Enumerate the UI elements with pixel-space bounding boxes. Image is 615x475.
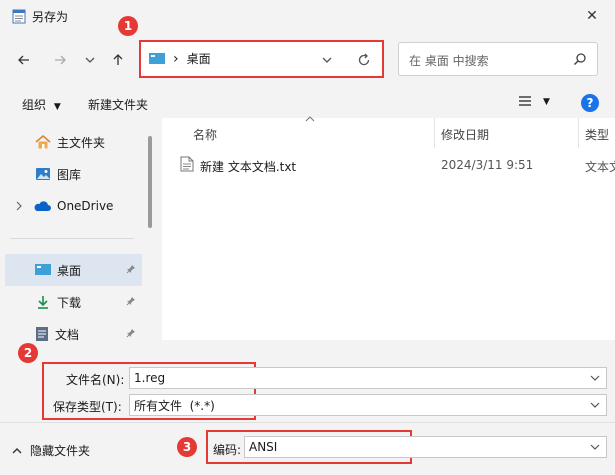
address-bar[interactable]: › 桌面 bbox=[139, 40, 384, 78]
close-icon: ✕ bbox=[586, 8, 598, 24]
sidebar-item-label: 主文件夹 bbox=[57, 135, 106, 150]
encoding-value: ANSI bbox=[249, 440, 278, 454]
encoding-select[interactable]: ANSI bbox=[244, 436, 607, 458]
sidebar-item-downloads[interactable]: 下载 bbox=[5, 286, 142, 318]
sidebar-scrollbar[interactable] bbox=[148, 136, 152, 228]
annotation-badge-3: 3 bbox=[177, 437, 197, 457]
refresh-icon[interactable] bbox=[357, 53, 371, 67]
chevron-down-icon[interactable] bbox=[590, 442, 600, 452]
annotation-badge-2: 2 bbox=[18, 343, 38, 363]
column-header-name[interactable]: 名称 bbox=[193, 126, 217, 143]
file-list-pane bbox=[162, 118, 615, 340]
filename-input[interactable]: 1.reg bbox=[129, 367, 607, 389]
text-file-icon bbox=[180, 156, 194, 172]
up-button[interactable] bbox=[106, 48, 130, 72]
sidebar-item-label: OneDrive bbox=[57, 199, 114, 213]
cloud-icon bbox=[33, 200, 51, 212]
chevron-down-icon[interactable] bbox=[590, 373, 600, 383]
back-button[interactable] bbox=[12, 48, 36, 72]
organize-label: 组织 bbox=[22, 98, 47, 112]
arrow-right-icon bbox=[55, 55, 66, 65]
download-icon bbox=[35, 294, 51, 310]
sidebar-item-gallery[interactable]: 图库 bbox=[5, 158, 142, 190]
horizontal-scrollbar[interactable] bbox=[162, 340, 615, 356]
annotation-badge-1: 1 bbox=[118, 16, 138, 36]
desktop-icon bbox=[149, 52, 165, 65]
document-icon bbox=[35, 326, 49, 342]
caret-down-icon: ▼ bbox=[53, 102, 61, 112]
filename-value: 1.reg bbox=[134, 371, 166, 385]
search-box[interactable]: 在 桌面 中搜索 bbox=[398, 42, 598, 76]
list-view-icon bbox=[519, 96, 531, 106]
pin-icon bbox=[126, 264, 136, 274]
expand-chevron-icon bbox=[15, 201, 23, 211]
home-icon bbox=[35, 135, 51, 149]
sidebar-item-label: 下载 bbox=[57, 295, 82, 310]
search-icon bbox=[573, 52, 587, 66]
address-dropdown-icon[interactable] bbox=[321, 54, 333, 66]
pin-icon bbox=[126, 296, 136, 306]
column-header-type[interactable]: 类型 bbox=[585, 126, 609, 143]
close-button[interactable]: ✕ bbox=[569, 0, 615, 32]
breadcrumb-location[interactable]: 桌面 bbox=[187, 50, 211, 67]
breadcrumb-separator: › bbox=[173, 50, 179, 67]
title-bar bbox=[0, 0, 615, 32]
new-folder-button[interactable]: 新建文件夹 bbox=[88, 96, 148, 113]
sidebar-item-label: 桌面 bbox=[57, 263, 82, 278]
file-type: 文本文 bbox=[585, 160, 615, 174]
view-options-button[interactable] bbox=[518, 95, 532, 107]
organize-button[interactable]: 组织 ▼ bbox=[22, 96, 61, 113]
sort-ascending-icon bbox=[305, 116, 315, 122]
file-modified: 2024/3/11 9:51 bbox=[441, 158, 534, 172]
chevron-down-icon[interactable] bbox=[590, 400, 600, 410]
sidebar-item-desktop[interactable]: 桌面 bbox=[5, 254, 142, 286]
search-placeholder: 在 桌面 中搜索 bbox=[409, 54, 489, 68]
chevron-up-icon bbox=[12, 447, 22, 453]
arrow-up-icon bbox=[113, 54, 123, 65]
filetype-select[interactable]: 所有文件 (*.*) bbox=[129, 394, 607, 416]
filetype-value: 所有文件 (*.*) bbox=[134, 398, 215, 413]
notepad-icon bbox=[12, 8, 26, 24]
recent-locations-button[interactable] bbox=[78, 48, 102, 72]
column-divider[interactable] bbox=[434, 118, 435, 148]
arrow-left-icon bbox=[18, 55, 29, 65]
sidebar-item-label: 图库 bbox=[57, 167, 82, 182]
hide-folders-label: 隐藏文件夹 bbox=[30, 444, 91, 458]
column-header-modified[interactable]: 修改日期 bbox=[441, 126, 489, 143]
filetype-label: 保存类型(T): bbox=[53, 400, 122, 414]
view-dropdown-icon[interactable]: ▼ bbox=[543, 97, 550, 107]
desktop-icon bbox=[35, 264, 51, 276]
hide-folders-button[interactable]: 隐藏文件夹 bbox=[12, 442, 90, 459]
file-name: 新建 文本文档.txt bbox=[200, 160, 297, 174]
sidebar-item-label: 文档 bbox=[55, 327, 80, 342]
footer-divider bbox=[0, 422, 615, 423]
pin-icon bbox=[126, 328, 136, 338]
encoding-label: 编码: bbox=[213, 443, 242, 457]
sidebar-item-home[interactable]: 主文件夹 bbox=[5, 126, 142, 158]
sidebar-divider bbox=[10, 238, 134, 239]
forward-button[interactable] bbox=[48, 48, 72, 72]
help-button[interactable]: ? bbox=[581, 94, 599, 112]
window-title: 另存为 bbox=[32, 10, 69, 24]
chevron-down-icon bbox=[85, 57, 95, 63]
filename-label: 文件名(N): bbox=[66, 373, 125, 387]
gallery-icon bbox=[35, 167, 51, 181]
sidebar-item-onedrive[interactable]: OneDrive bbox=[5, 190, 142, 222]
column-divider[interactable] bbox=[578, 118, 579, 148]
